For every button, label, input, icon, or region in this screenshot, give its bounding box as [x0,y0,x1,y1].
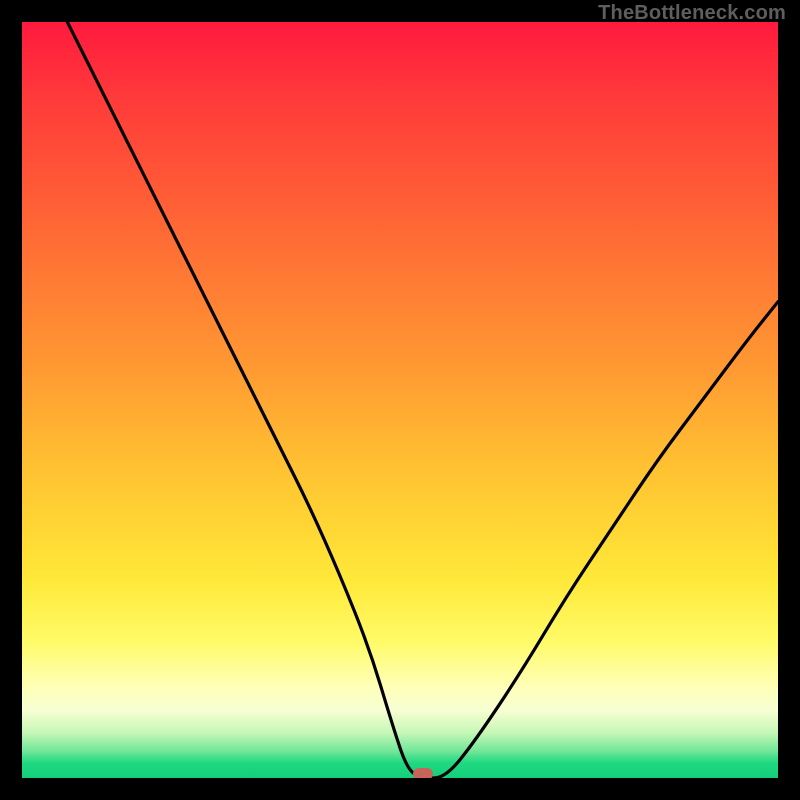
bottleneck-curve [22,22,778,778]
watermark-text: TheBottleneck.com [598,2,786,25]
minimum-marker [413,768,433,778]
plot-area [22,22,778,778]
chart-frame: TheBottleneck.com [0,0,800,800]
